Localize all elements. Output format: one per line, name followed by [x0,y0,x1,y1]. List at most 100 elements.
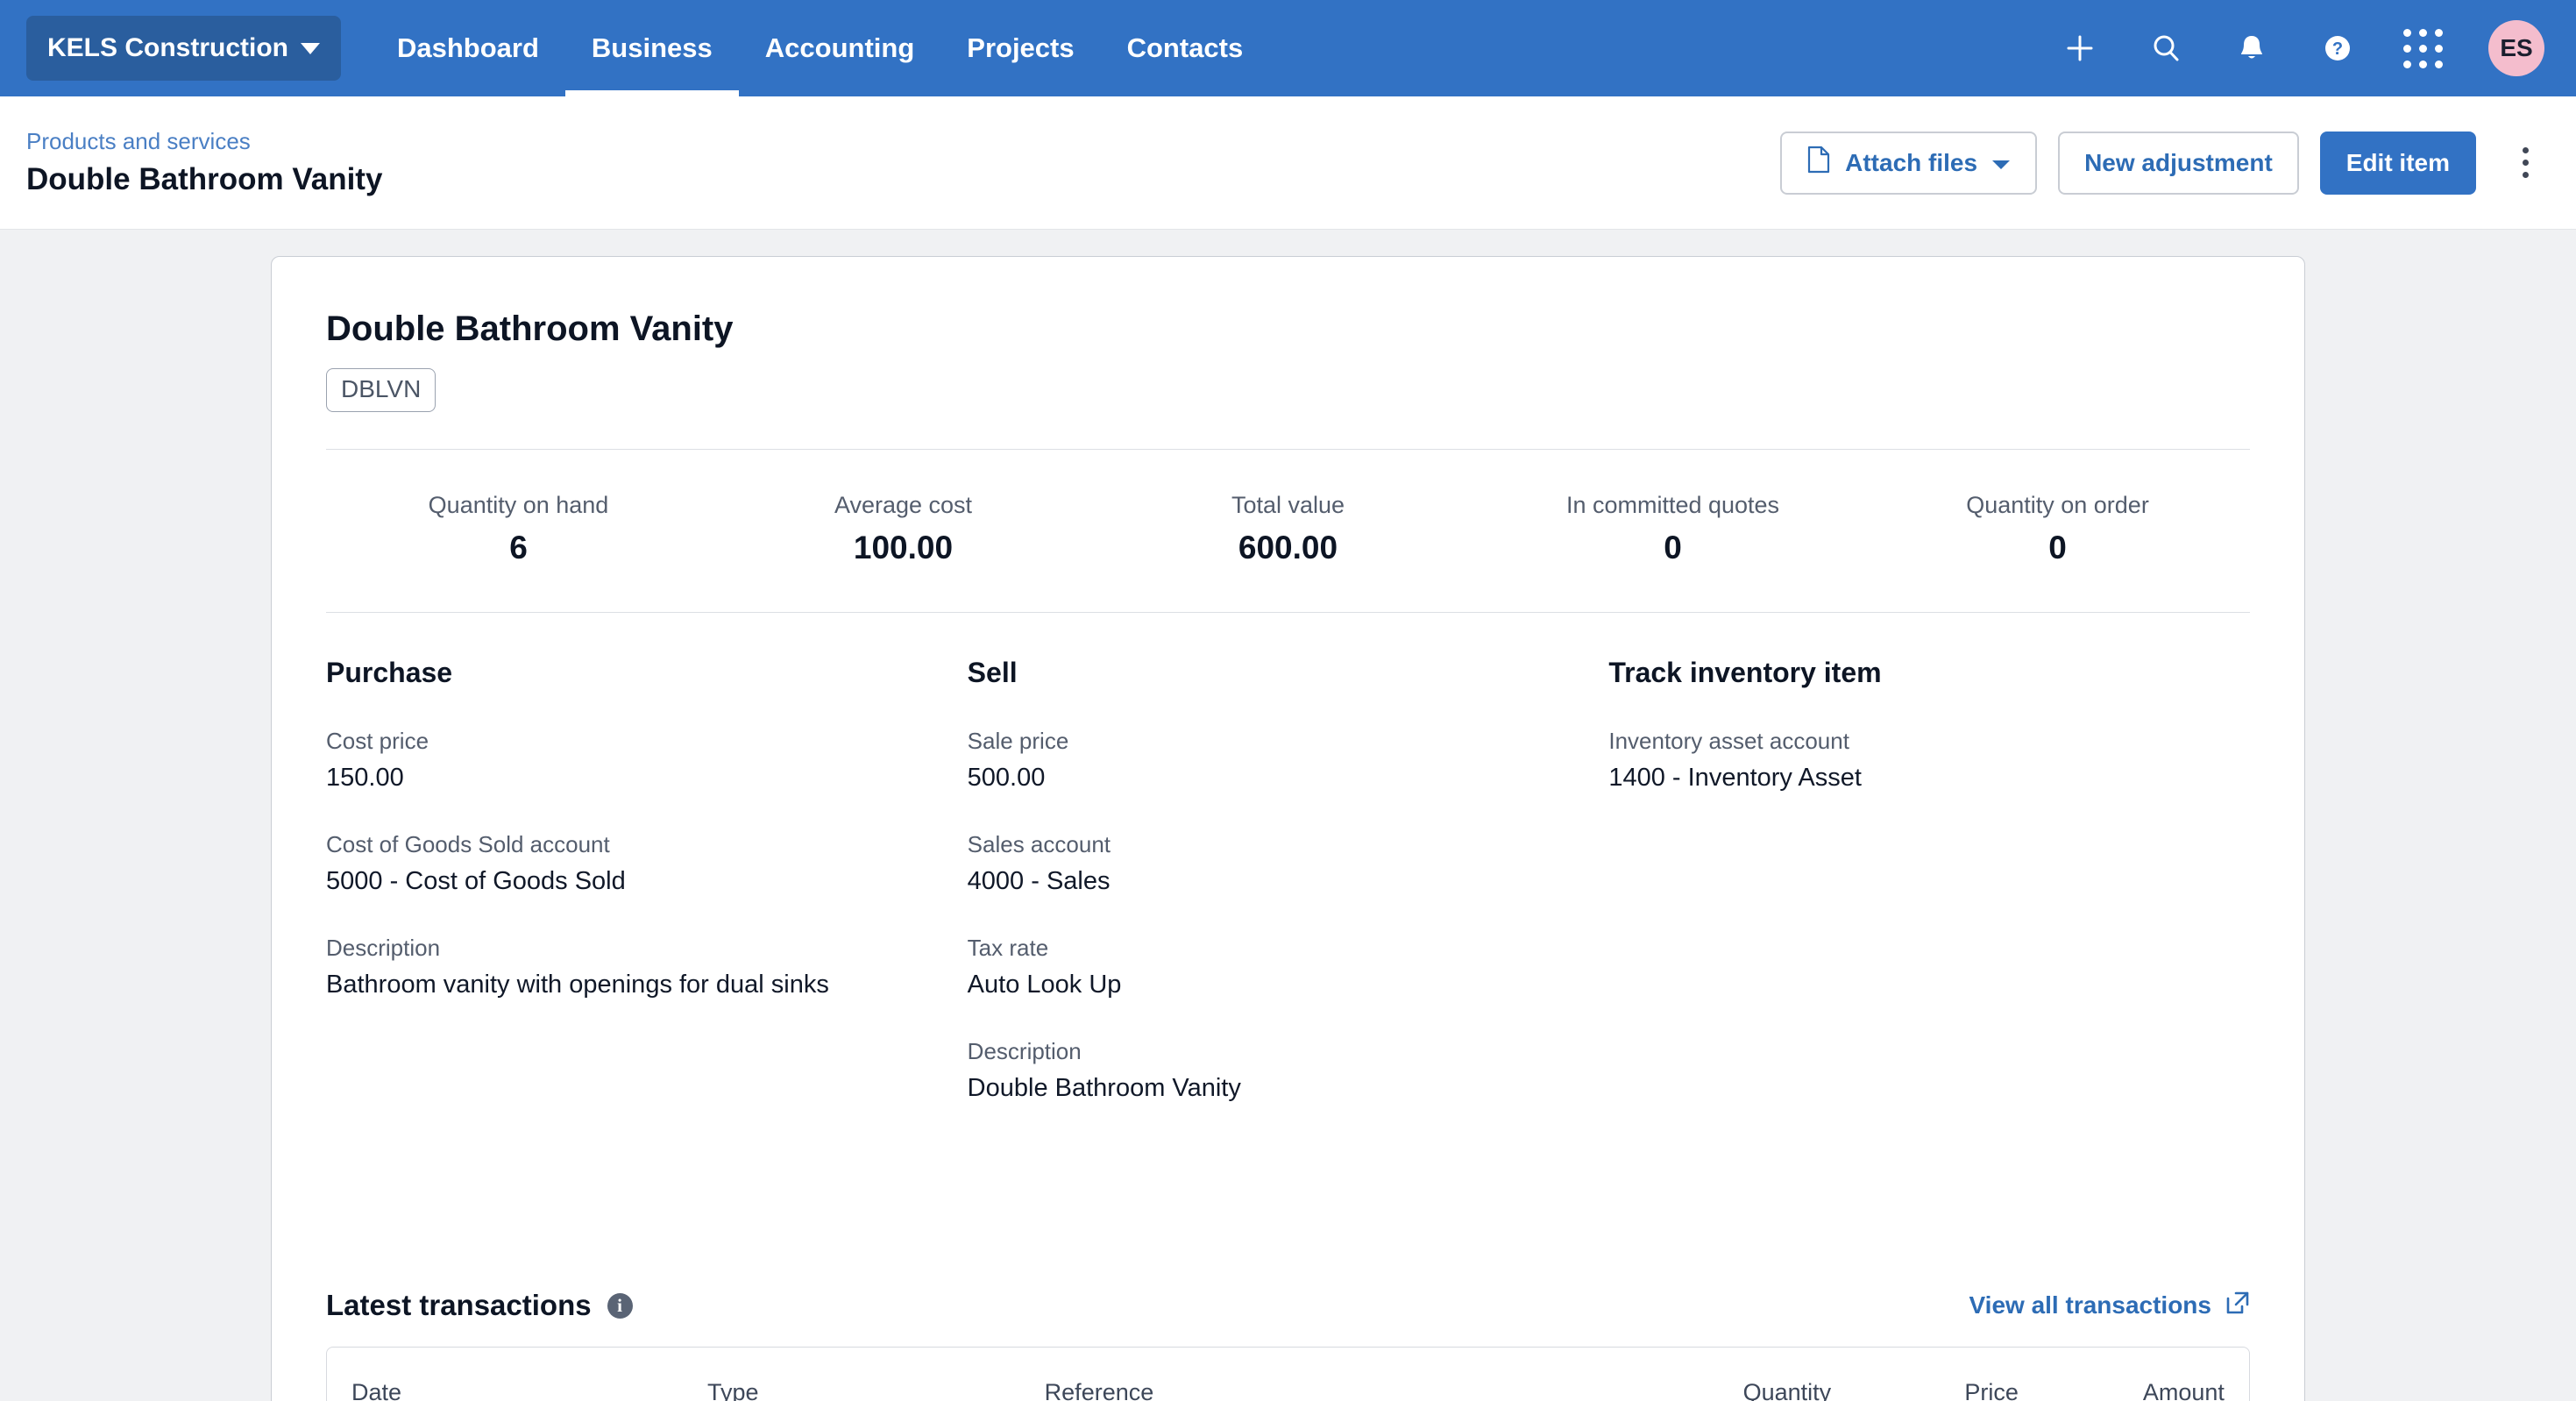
avatar[interactable]: ES [2488,20,2544,76]
avatar-initials: ES [2500,34,2533,61]
latest-transactions-title: Latest transactions [326,1289,592,1321]
stat-quantity-on-order: Quantity on order 0 [1865,492,2250,566]
detail-columns: Purchase Cost price 150.00 Cost of Goods… [326,613,2250,1141]
transactions-table-header-row: Date Type Reference Quantity Price Amoun… [327,1348,2249,1401]
attach-files-label: Attach files [1845,148,1978,176]
nav-tab-label: Business [591,32,713,63]
stat-quantity-on-hand: Quantity on hand 6 [326,492,711,566]
purchase-heading: Purchase [326,657,453,688]
external-link-icon [2225,1291,2250,1321]
nav-actions: ? ES [2060,20,2544,76]
attach-files-button[interactable]: Attach files [1780,131,2038,195]
stat-total-value: Total value 600.00 [1096,492,1480,566]
org-switcher-label: KELS Construction [47,33,288,62]
view-all-transactions-label: View all transactions [1969,1291,2212,1319]
column-header-price[interactable]: Price [1831,1379,2019,1401]
item-detail-card: Double Bathroom Vanity DBLVN Quantity on… [271,256,2305,1401]
page-header-actions: Attach files New adjustment Edit item [1780,131,2544,195]
breadcrumb[interactable]: Products and services [26,128,382,155]
field-cost-price: Cost price 150.00 [326,728,915,793]
field-value: 1400 - Inventory Asset [1608,764,1862,792]
stat-value: 100.00 [853,530,954,565]
chevron-down-icon [1991,149,2011,177]
nav-tab-label: Contacts [1126,32,1244,63]
transactions-table: Date Type Reference Quantity Price Amoun… [326,1347,2250,1401]
sku-badge: DBLVN [326,368,436,412]
page-title: Double Bathroom Vanity [26,162,383,196]
field-value: Auto Look Up [967,971,1122,999]
field-cogs-account: Cost of Goods Sold account 5000 - Cost o… [326,831,915,896]
nav-tab-contacts[interactable]: Contacts [1101,0,1270,96]
org-switcher-button[interactable]: KELS Construction [26,16,341,81]
nav-tab-dashboard[interactable]: Dashboard [371,0,565,96]
edit-item-label: Edit item [2345,148,2450,176]
new-adjustment-label: New adjustment [2084,148,2273,176]
field-value: 500.00 [967,764,1046,792]
field-value: Bathroom vanity with openings for dual s… [326,971,829,999]
stat-value: 0 [1664,530,1682,565]
bell-icon[interactable] [2232,28,2272,68]
search-icon[interactable] [2146,28,2186,68]
sell-heading: Sell [967,657,1018,688]
track-inventory-heading: Track inventory item [1608,657,1882,688]
apps-grid-icon[interactable] [2403,28,2443,68]
top-navigation-bar: KELS Construction Dashboard Business Acc… [0,0,2576,96]
field-inventory-asset-account: Inventory asset account 1400 - Inventory… [1608,728,2197,793]
page-header-titles: Products and services Double Bathroom Va… [26,128,382,197]
nav-tab-label: Dashboard [397,32,539,63]
stat-label: Quantity on order [1966,492,2149,518]
stat-in-committed-quotes: In committed quotes 0 [1480,492,1865,566]
primary-nav-tabs: Dashboard Business Accounting Projects C… [371,0,1269,96]
field-value: Double Bathroom Vanity [967,1074,1241,1102]
field-value: 4000 - Sales [967,867,1111,895]
field-label: Cost of Goods Sold account [326,831,610,857]
field-label: Description [326,935,441,961]
column-header-date[interactable]: Date [351,1379,707,1401]
nav-tab-label: Projects [967,32,1075,63]
stat-label: Quantity on hand [428,492,609,518]
file-icon [1806,146,1831,180]
chevron-down-icon [301,42,320,54]
field-value: 5000 - Cost of Goods Sold [326,867,626,895]
field-label: Sale price [967,728,1069,754]
field-label: Description [967,1038,1082,1064]
field-sell-description: Description Double Bathroom Vanity [968,1038,1557,1103]
field-label: Sales account [967,831,1111,857]
field-sales-account: Sales account 4000 - Sales [968,831,1557,896]
main-content: Double Bathroom Vanity DBLVN Quantity on… [0,230,2576,1401]
stat-value: 600.00 [1238,530,1338,565]
stat-label: In committed quotes [1565,492,1780,518]
column-header-type[interactable]: Type [707,1379,1045,1401]
sell-column: Sell Sale price 500.00 Sales account 400… [968,657,1609,1141]
help-icon[interactable]: ? [2317,28,2358,68]
more-options-icon[interactable] [2506,132,2544,195]
nav-tab-projects[interactable]: Projects [940,0,1100,96]
field-label: Inventory asset account [1608,728,1849,754]
nav-tab-label: Accounting [764,32,915,63]
view-all-transactions-link[interactable]: View all transactions [1969,1291,2251,1321]
column-header-reference[interactable]: Reference [1045,1379,1532,1401]
stat-label: Average cost [834,492,973,518]
field-label: Cost price [326,728,429,754]
stat-value: 0 [2048,530,2067,565]
page-header: Products and services Double Bathroom Va… [0,96,2576,230]
column-header-amount[interactable]: Amount [2019,1379,2225,1401]
field-sale-price: Sale price 500.00 [968,728,1557,793]
purchase-column: Purchase Cost price 150.00 Cost of Goods… [326,657,968,1141]
field-purchase-description: Description Bathroom vanity with opening… [326,935,915,999]
item-name: Double Bathroom Vanity [326,309,734,348]
stat-average-cost: Average cost 100.00 [711,492,1096,566]
nav-tab-accounting[interactable]: Accounting [739,0,941,96]
field-tax-rate: Tax rate Auto Look Up [968,935,1557,999]
stat-value: 6 [509,530,528,565]
new-adjustment-button[interactable]: New adjustment [2058,131,2299,195]
edit-item-button[interactable]: Edit item [2319,131,2476,195]
stat-label: Total value [1231,492,1345,518]
plus-icon[interactable] [2060,28,2100,68]
latest-transactions-header: Latest transactions i View all transacti… [326,1289,2250,1322]
column-header-quantity[interactable]: Quantity [1531,1379,1832,1401]
svg-text:?: ? [2332,39,2343,59]
nav-tab-business[interactable]: Business [564,0,739,96]
info-icon[interactable]: i [607,1292,633,1319]
field-value: 150.00 [326,764,404,792]
